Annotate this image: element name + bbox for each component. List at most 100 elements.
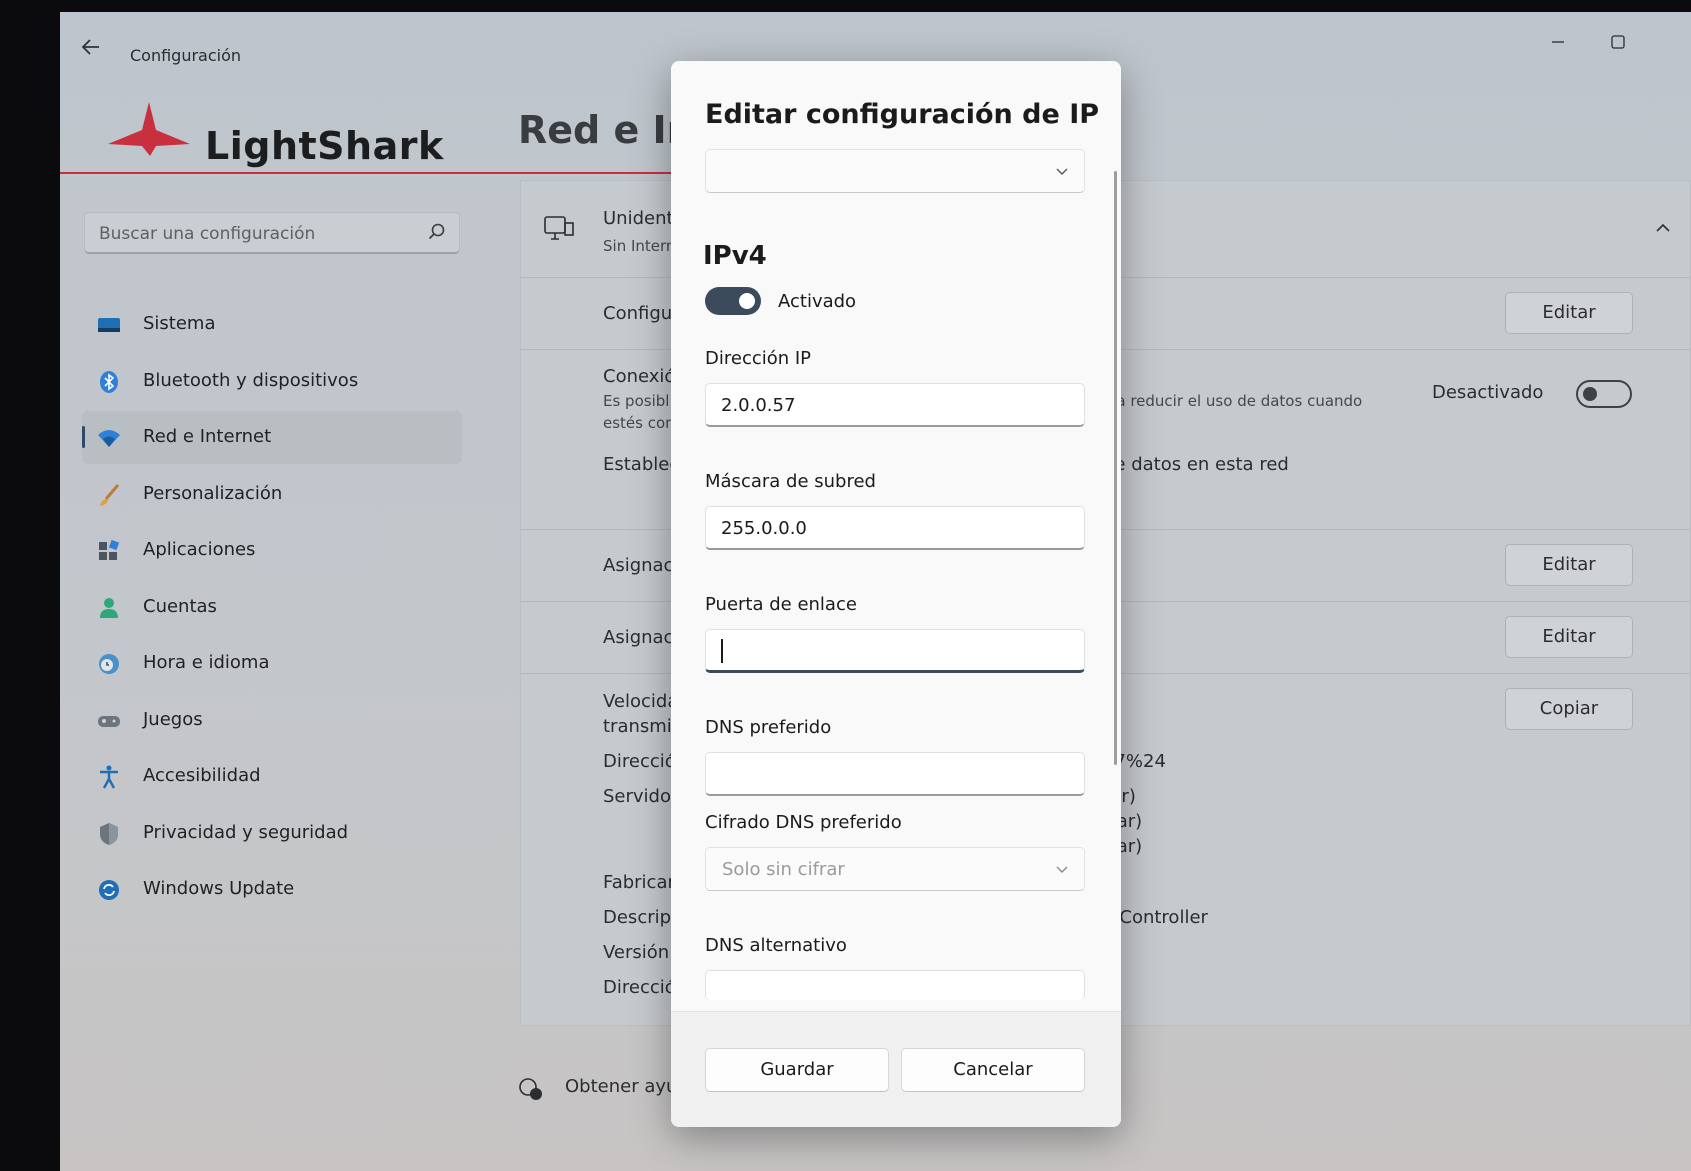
ipv4-toggle-label: Activado [778,291,857,312]
ip-address-field[interactable]: 2.0.0.57 [705,383,1085,427]
sidebar-item-sistema[interactable]: Sistema [82,298,462,351]
window-title: Configuración [130,46,242,65]
prop-label: transmis [603,716,682,737]
sidebar-item-windows-update[interactable]: Windows Update [82,863,462,916]
text-caret [721,639,723,663]
sidebar-item-label: Windows Update [143,878,295,899]
ip-mode-dropdown[interactable] [705,149,1085,193]
edit-ip-dialog: Editar configuración de IP IPv4 Activado… [671,61,1121,1127]
search-placeholder: Buscar una configuración [99,224,316,244]
preferred-dns-field[interactable] [705,752,1085,796]
dialog-title: Editar configuración de IP [705,99,1100,130]
row-desc: Es posibl [603,392,670,410]
ip-address-label: Dirección IP [705,348,812,369]
dropdown-value: Solo sin cifrar [722,859,845,880]
chevron-down-icon [1056,866,1068,873]
row-label: Asignac [603,627,674,648]
brush-icon [100,483,120,506]
person-icon [100,597,118,618]
row-desc: ara reducir el uso de datos cuando [1101,392,1363,410]
dialog-footer: Guardar Cancelar [671,1011,1121,1127]
sidebar-item-label: Red e Internet [143,426,272,447]
sidebar-item-juegos[interactable]: Juegos [82,694,462,747]
sidebar-item-privacidad[interactable]: Privacidad y seguridad [82,807,462,860]
row-link[interactable]: de datos en esta red [1103,454,1289,475]
shield-icon [100,822,118,845]
sidebar-item-label: Privacidad y seguridad [143,821,349,843]
apps-icon [99,539,120,560]
toggle-state-label: Desactivado [1432,382,1544,403]
edit-button[interactable]: Editar [1505,544,1633,586]
save-button[interactable]: Guardar [705,1048,889,1092]
prop-label: Servidor [603,786,679,807]
sidebar-item-red-e-internet[interactable]: Red e Internet [82,411,462,464]
row-label[interactable]: Establec [603,454,679,475]
row-label: Configu [603,303,673,324]
prop-label: Descripc [603,907,681,928]
chevron-down-icon [1056,168,1068,175]
sidebar-item-personalizacion[interactable]: Personalización [82,468,462,521]
sidebar-item-hora-e-idioma[interactable]: Hora e idioma [82,637,462,690]
sidebar-item-cuentas[interactable]: Cuentas [82,581,462,634]
active-indicator [82,426,85,448]
minimize-button[interactable] [1538,28,1578,62]
alternate-dns-label: DNS alternativo [705,935,847,956]
back-arrow-icon[interactable] [80,36,110,66]
search-input[interactable]: Buscar una configuración [84,212,460,254]
prop-label: Versión [603,942,670,963]
subnet-mask-field[interactable]: 255.0.0.0 [705,506,1085,550]
monitor-icon [98,318,120,332]
cancel-button[interactable]: Cancelar [901,1048,1085,1092]
maximize-button[interactable] [1598,28,1638,62]
accessibility-icon [100,765,118,789]
sidebar-item-label: Personalización [143,482,283,504]
row-desc: estés con [603,414,675,432]
sidebar-item-bluetooth[interactable]: Bluetooth y dispositivos [82,355,462,408]
wifi-icon [98,430,120,447]
sidebar-nav: Sistema Bluetooth y dispositivos Red e I… [82,298,462,920]
gateway-field[interactable] [705,629,1085,673]
dns-encryption-label: Cifrado DNS preferido [705,812,902,833]
update-icon [99,880,119,900]
preferred-dns-label: DNS preferido [705,717,832,738]
row-label: Conexió [603,366,676,387]
row-label: Asignac [603,555,674,576]
dialog-scrollbar[interactable] [1114,171,1117,765]
sidebar-item-label: Juegos [143,708,203,730]
brand-name: LightShark [205,124,444,168]
copy-button[interactable]: Copiar [1505,688,1633,730]
field-value: 255.0.0.0 [721,518,807,539]
metered-toggle[interactable] [1576,380,1632,408]
brand-divider [60,172,742,174]
sidebar-item-label: Accesibilidad [143,765,261,786]
sidebar-item-label: Bluetooth y dispositivos [143,369,359,391]
sidebar-item-label: Sistema [143,313,216,334]
gateway-label: Puerta de enlace [705,594,857,615]
prop-label: Direcció [603,977,676,998]
prop-label: Fabrican [603,872,679,893]
search-icon[interactable] [427,222,447,242]
lightshark-logo-icon [108,102,190,156]
get-help-link[interactable]: Obtener ayu [565,1076,677,1097]
dns-encryption-dropdown[interactable]: Solo sin cifrar [705,847,1085,891]
sidebar-item-label: Aplicaciones [143,539,256,560]
ethernet-icon [544,216,574,240]
gamepad-icon [98,715,120,727]
sidebar-item-aplicaciones[interactable]: Aplicaciones [82,524,462,577]
sidebar-item-label: Hora e idioma [143,652,270,673]
chevron-up-icon[interactable] [1654,219,1672,237]
sidebar-item-accesibilidad[interactable]: Accesibilidad [82,750,462,803]
subnet-mask-label: Máscara de subred [705,471,876,492]
edit-button[interactable]: Editar [1505,616,1633,658]
ipv4-heading: IPv4 [703,241,767,271]
clock-globe-icon [99,654,119,674]
field-value: 2.0.0.57 [721,395,796,416]
ipv4-toggle[interactable] [705,287,761,315]
adapter-status: Sin Intern [603,237,676,255]
adapter-name: Unident [603,208,674,229]
prop-label: Velocida [603,691,679,712]
edit-button[interactable]: Editar [1505,292,1633,334]
alternate-dns-field[interactable] [705,970,1085,1000]
help-icon [519,1078,542,1100]
prop-label: Direcció [603,751,676,772]
